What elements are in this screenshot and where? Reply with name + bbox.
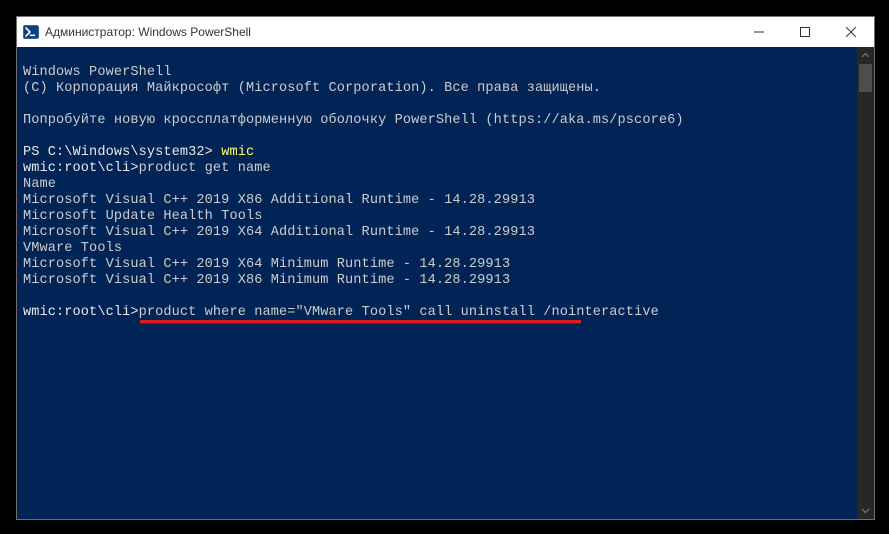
content-area: Windows PowerShell (C) Корпорация Майкро… — [17, 47, 874, 519]
terminal-line: Попробуйте новую кроссплатформенную обол… — [23, 113, 684, 128]
scroll-down-button[interactable] — [857, 502, 874, 519]
app-icon — [17, 24, 45, 40]
window-controls — [736, 17, 874, 47]
wmic-prompt: wmic:root\cli> — [23, 305, 139, 320]
close-icon — [846, 27, 856, 37]
command-text: product get name — [139, 161, 271, 176]
scroll-thumb[interactable] — [859, 64, 872, 92]
wmic-prompt: wmic:root\cli> — [23, 161, 139, 176]
powershell-icon — [23, 24, 39, 40]
powershell-window: Администратор: Windows PowerShell Wind — [16, 16, 875, 520]
product-row: Microsoft Visual C++ 2019 X64 Minimum Ru… — [23, 257, 510, 272]
scroll-up-button[interactable] — [857, 47, 874, 64]
maximize-icon — [800, 27, 810, 37]
chevron-down-icon — [861, 506, 870, 515]
product-row: Microsoft Visual C++ 2019 X86 Minimum Ru… — [23, 273, 510, 288]
terminal-line: PS C:\Windows\system32> wmic — [23, 145, 254, 160]
terminal[interactable]: Windows PowerShell (C) Корпорация Майкро… — [17, 47, 857, 519]
minimize-button[interactable] — [736, 17, 782, 47]
scroll-track[interactable] — [857, 64, 874, 502]
maximize-button[interactable] — [782, 17, 828, 47]
titlebar[interactable]: Администратор: Windows PowerShell — [17, 17, 874, 47]
terminal-line: (C) Корпорация Майкрософт (Microsoft Cor… — [23, 81, 601, 96]
prompt-text: PS C:\Windows\system32> — [23, 145, 221, 160]
text-cursor — [659, 306, 667, 320]
column-header: Name — [23, 177, 56, 192]
command-text: product where name="VMware Tools" call u… — [139, 305, 659, 320]
terminal-line: wmic:root\cli>product where name="VMware… — [23, 305, 667, 320]
close-button[interactable] — [828, 17, 874, 47]
vertical-scrollbar[interactable] — [857, 47, 874, 519]
product-row: Microsoft Visual C++ 2019 X86 Additional… — [23, 193, 535, 208]
command-text: wmic — [221, 145, 254, 160]
chevron-up-icon — [861, 51, 870, 60]
product-row: VMware Tools — [23, 241, 122, 256]
window-title: Администратор: Windows PowerShell — [45, 25, 736, 39]
terminal-line: wmic:root\cli>product get name — [23, 161, 271, 176]
minimize-icon — [754, 27, 764, 37]
annotation-underline — [140, 320, 581, 324]
product-row: Microsoft Update Health Tools — [23, 209, 262, 224]
terminal-line: Windows PowerShell — [23, 65, 172, 80]
product-row: Microsoft Visual C++ 2019 X64 Additional… — [23, 225, 535, 240]
